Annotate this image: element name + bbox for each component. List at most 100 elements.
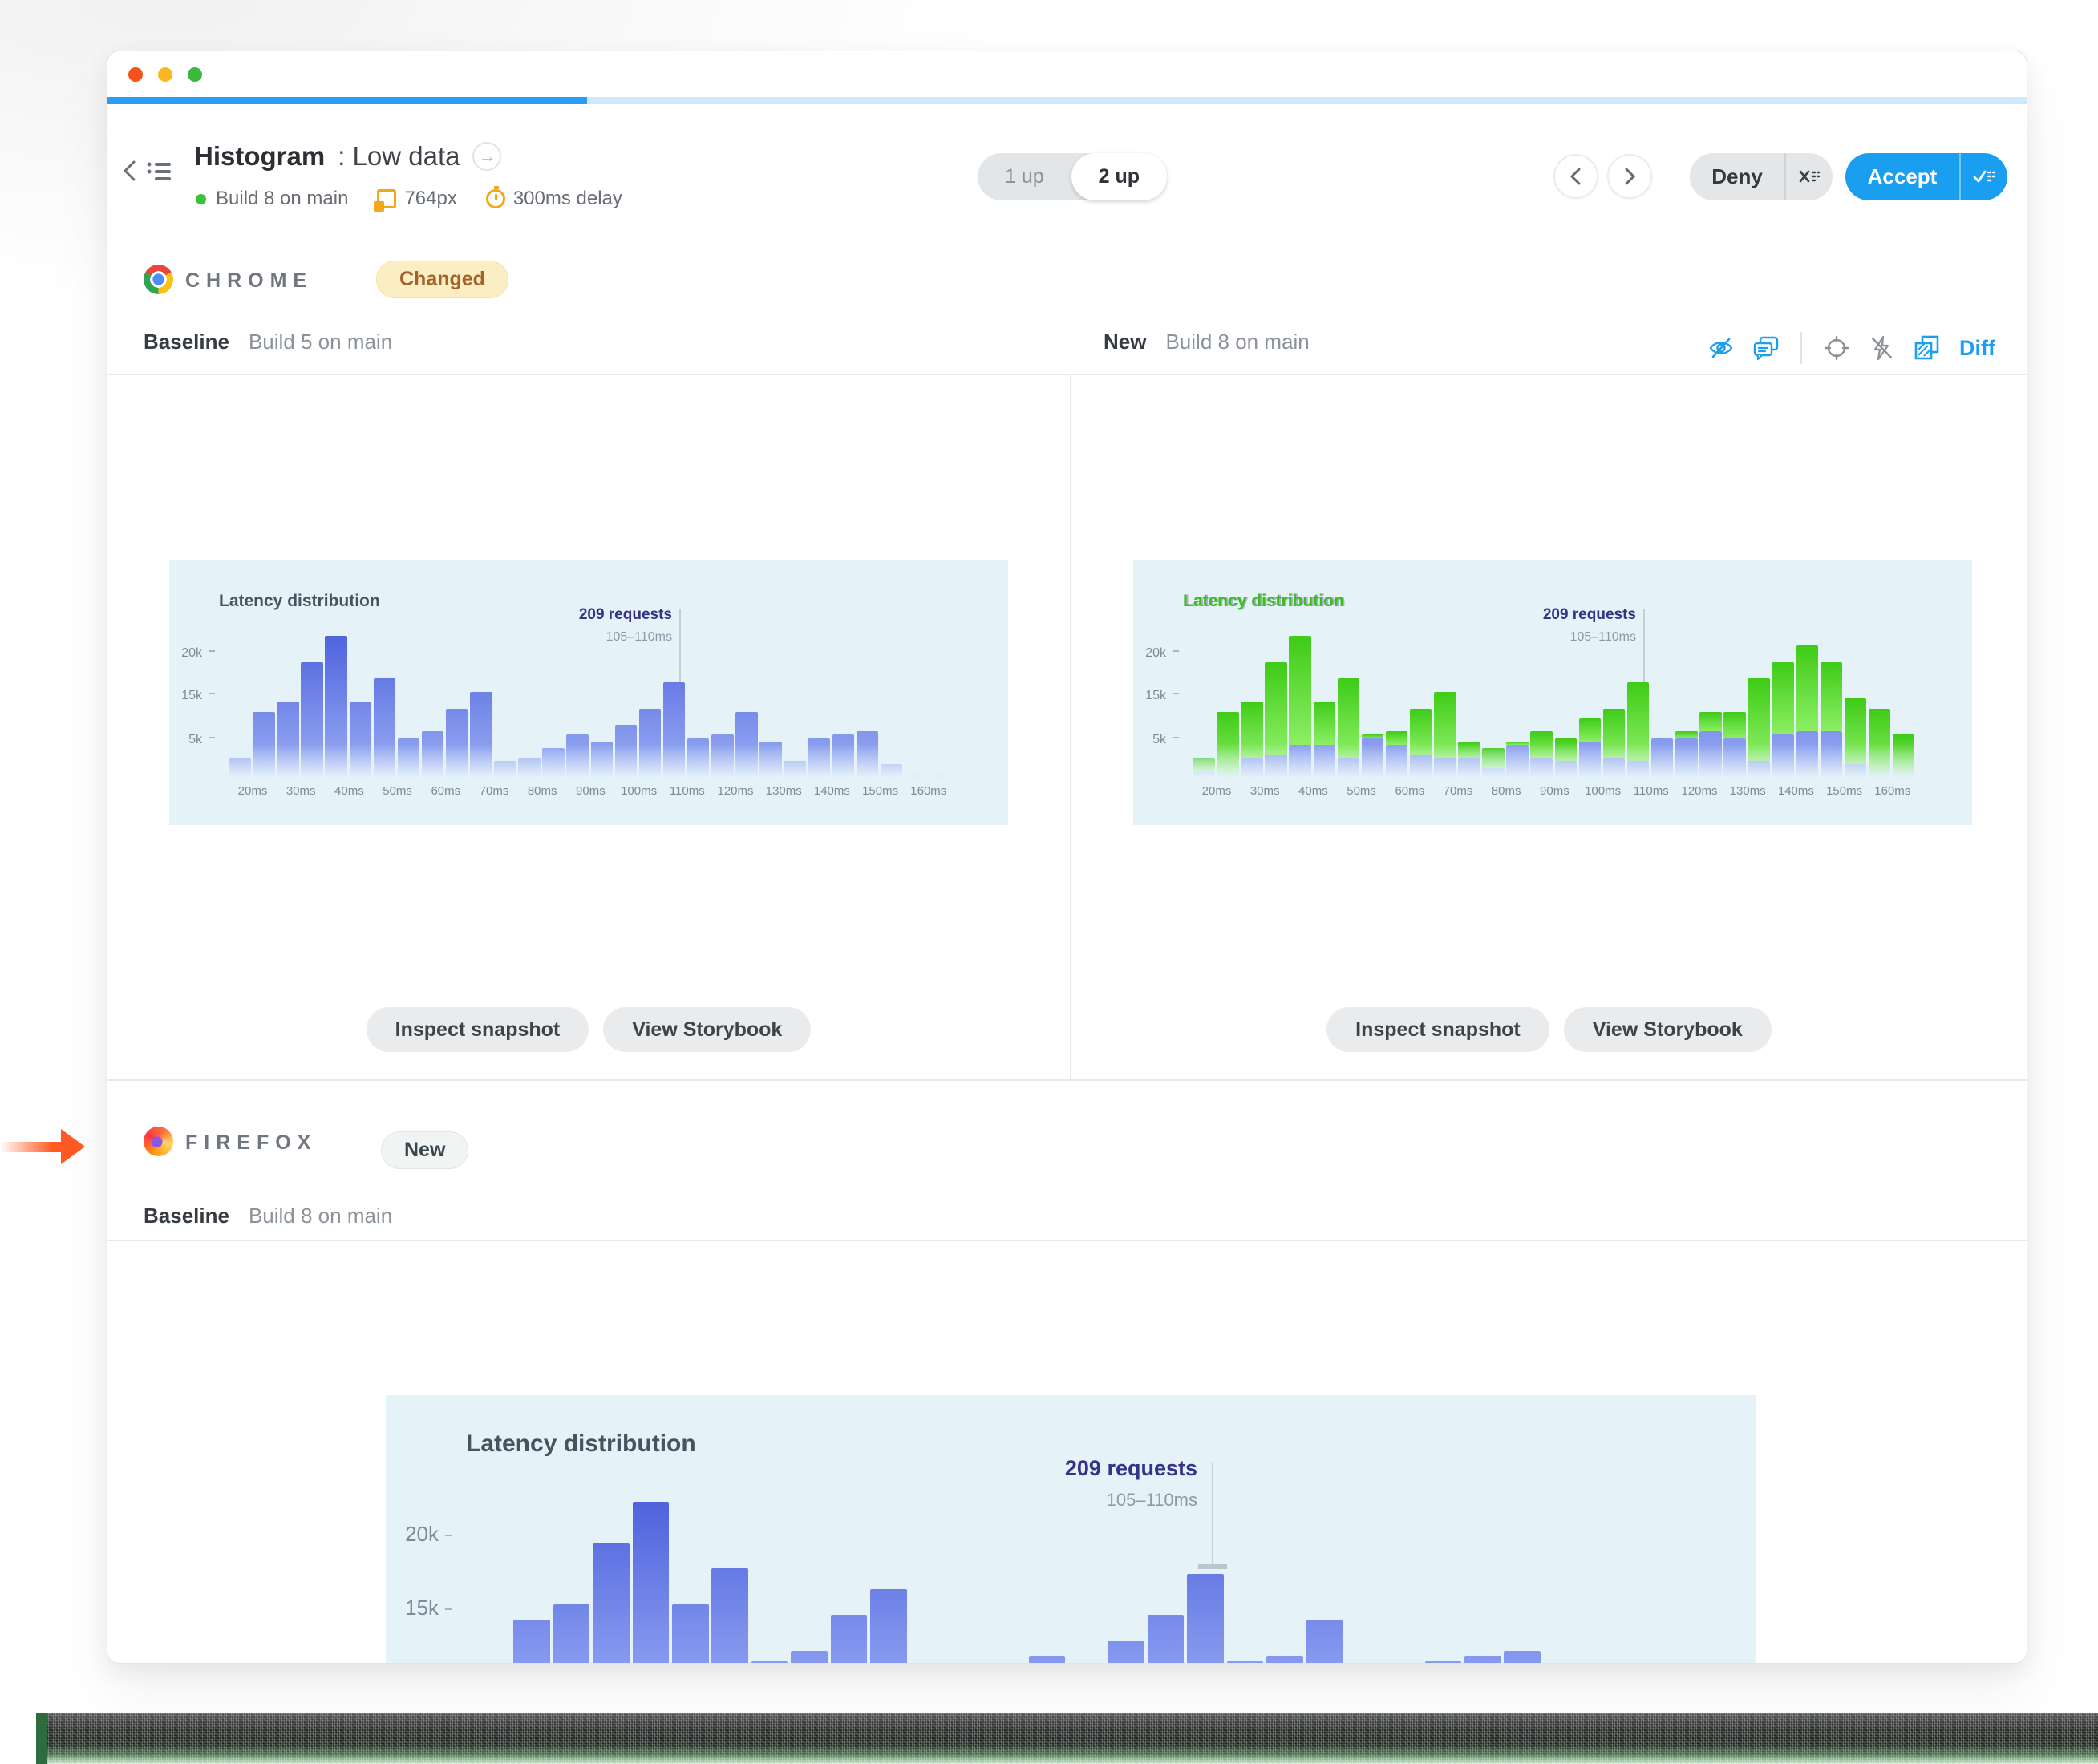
minimize-window-button[interactable] <box>158 67 172 82</box>
y-axis-tick: 15k <box>386 1596 452 1620</box>
histogram-bar <box>1108 1641 1144 1663</box>
inspect-snapshot-button[interactable]: Inspect snapshot <box>1326 1007 1549 1052</box>
batch-deny-button[interactable] <box>1786 168 1833 186</box>
diff-highlight-bar <box>1313 702 1336 745</box>
zoom-window-button[interactable] <box>188 67 202 82</box>
story-header: Histogram : Low data → <box>194 141 502 172</box>
close-window-button[interactable] <box>128 67 143 82</box>
toggle-2up[interactable]: 2 up <box>1071 153 1168 200</box>
histogram-bar <box>1266 1656 1303 1663</box>
annotation-sublabel: 105–110ms <box>1106 1490 1197 1510</box>
inspect-snapshot-button[interactable]: Inspect snapshot <box>366 1007 589 1052</box>
diff-toggle-label[interactable]: Diff <box>1959 336 1995 361</box>
baseline-snapshot[interactable]: Latency distribution 20k 15k 5k 20ms 30ms 40m… <box>169 560 1008 825</box>
comments-icon[interactable] <box>1752 334 1780 362</box>
y-axis-tick: 15k <box>169 689 215 703</box>
histogram-bar <box>870 1588 907 1663</box>
viewport-size: 764px <box>404 188 457 209</box>
build-status-dot <box>196 193 206 204</box>
crosshair-icon[interactable] <box>1823 334 1850 362</box>
callout-arrow <box>0 1129 85 1164</box>
histogram-bar <box>1504 1650 1541 1663</box>
deny-split-button: Deny <box>1690 153 1833 200</box>
baseline-column-header: Baseline Build 5 on main <box>144 330 392 354</box>
back-button[interactable] <box>120 159 141 183</box>
divider <box>107 1240 2027 1241</box>
y-axis-tick: 5k <box>1133 733 1179 747</box>
annotation-sublabel: 105–110ms <box>1569 630 1636 644</box>
toggle-1up[interactable]: 1 up <box>978 153 1071 200</box>
histogram-bar <box>711 1568 748 1663</box>
story-list-icon[interactable] <box>146 159 173 183</box>
annotation-line <box>1643 609 1645 682</box>
firefox-browser-icon <box>144 1127 173 1156</box>
build-status: Build 8 on main <box>216 188 349 209</box>
flash-off-icon[interactable] <box>1868 334 1895 362</box>
accept-button[interactable]: Accept <box>1845 164 1959 189</box>
browser-name-firefox: FIREFOX <box>185 1131 318 1154</box>
deny-button[interactable]: Deny <box>1690 164 1784 189</box>
diff-highlight-bar <box>1723 711 1746 738</box>
chart-title: Latency distribution <box>219 592 380 610</box>
arrow-right-circle-icon[interactable]: → <box>472 142 502 171</box>
x-axis-label: 160ms <box>910 784 947 798</box>
histogram-bar <box>791 1650 828 1663</box>
diff-highlight-bar <box>1820 662 1843 732</box>
y-axis-tick: 20k <box>1133 646 1179 661</box>
view-storybook-button[interactable]: View Storybook <box>1563 1007 1772 1052</box>
new-label: New <box>1104 330 1147 354</box>
annotation-line <box>1198 1463 1227 1569</box>
diff-highlight-bar <box>1796 645 1819 732</box>
annotation-label: 209 requests <box>1064 1456 1197 1480</box>
diff-highlight-bar <box>1385 731 1408 745</box>
y-axis-tick: 20k <box>386 1522 452 1547</box>
browser-name-chrome: CHROME <box>185 269 314 292</box>
diff-overlay-icon[interactable] <box>1913 334 1942 362</box>
annotation-line <box>679 609 681 682</box>
pane-divider <box>1070 374 1071 1079</box>
firefox-baseline-snapshot[interactable]: Latency distribution 20k 15k 209 requests… <box>386 1395 1756 1663</box>
status-badge-new: New <box>381 1131 469 1169</box>
new-build: Build 8 on main <box>1165 330 1310 354</box>
histogram-bar <box>1306 1620 1343 1663</box>
build-meta-row: Build 8 on main 764px 300ms delay <box>196 186 622 212</box>
divider <box>107 374 2027 375</box>
histogram-bar <box>553 1604 590 1663</box>
histogram-bar <box>1464 1656 1501 1663</box>
baseline-label: Baseline <box>144 330 229 354</box>
accept-split-button: Accept <box>1845 153 2007 200</box>
histogram-bar <box>593 1543 630 1663</box>
callout-arrow-tail <box>0 1142 66 1152</box>
story-variant: : Low data <box>338 141 460 171</box>
previous-change-button[interactable] <box>1553 154 1598 199</box>
histogram-bar <box>1424 1661 1462 1663</box>
histogram-bar <box>1147 1615 1185 1663</box>
new-column-header: New Build 8 on main <box>1104 330 1310 354</box>
viewport-size-icon <box>374 189 397 212</box>
histogram-bar <box>513 1620 550 1663</box>
diff-highlight-bar <box>1265 662 1287 755</box>
baseline-build: Build 5 on main <box>248 330 393 354</box>
histogram-bar <box>672 1604 709 1663</box>
new-snapshot-diff[interactable]: Latency distribution 20k 15k 5k 20ms 30ms 40m… <box>1133 560 1972 825</box>
chart-title: Latency distribution <box>1183 592 1344 610</box>
bar-baseline-fade <box>1133 744 1972 781</box>
y-axis-tick: 5k <box>169 733 215 747</box>
baseline-build: Build 8 on main <box>248 1204 393 1228</box>
histogram-bar <box>1028 1656 1066 1663</box>
page-title: Histogram <box>194 141 326 171</box>
status-badge-changed: Changed <box>376 261 508 298</box>
annotation-label: 209 requests <box>1542 606 1636 623</box>
y-axis-tick: 20k <box>169 646 215 661</box>
snapshot-tools: Diff <box>1707 332 1995 364</box>
screenshot-noise-edge <box>36 1713 2098 1764</box>
chart-title: Latency distribution <box>466 1430 696 1457</box>
batch-accept-button[interactable] <box>1961 168 2007 186</box>
eye-off-icon[interactable] <box>1707 334 1735 362</box>
baseline-pane-actions: Inspect snapshot View Storybook <box>107 1007 1070 1052</box>
histogram-bar <box>632 1502 670 1663</box>
toolbar-divider <box>1800 332 1802 364</box>
view-storybook-button[interactable]: View Storybook <box>603 1007 812 1052</box>
next-change-button[interactable] <box>1607 154 1652 199</box>
diff-highlight-bar <box>1578 718 1602 742</box>
